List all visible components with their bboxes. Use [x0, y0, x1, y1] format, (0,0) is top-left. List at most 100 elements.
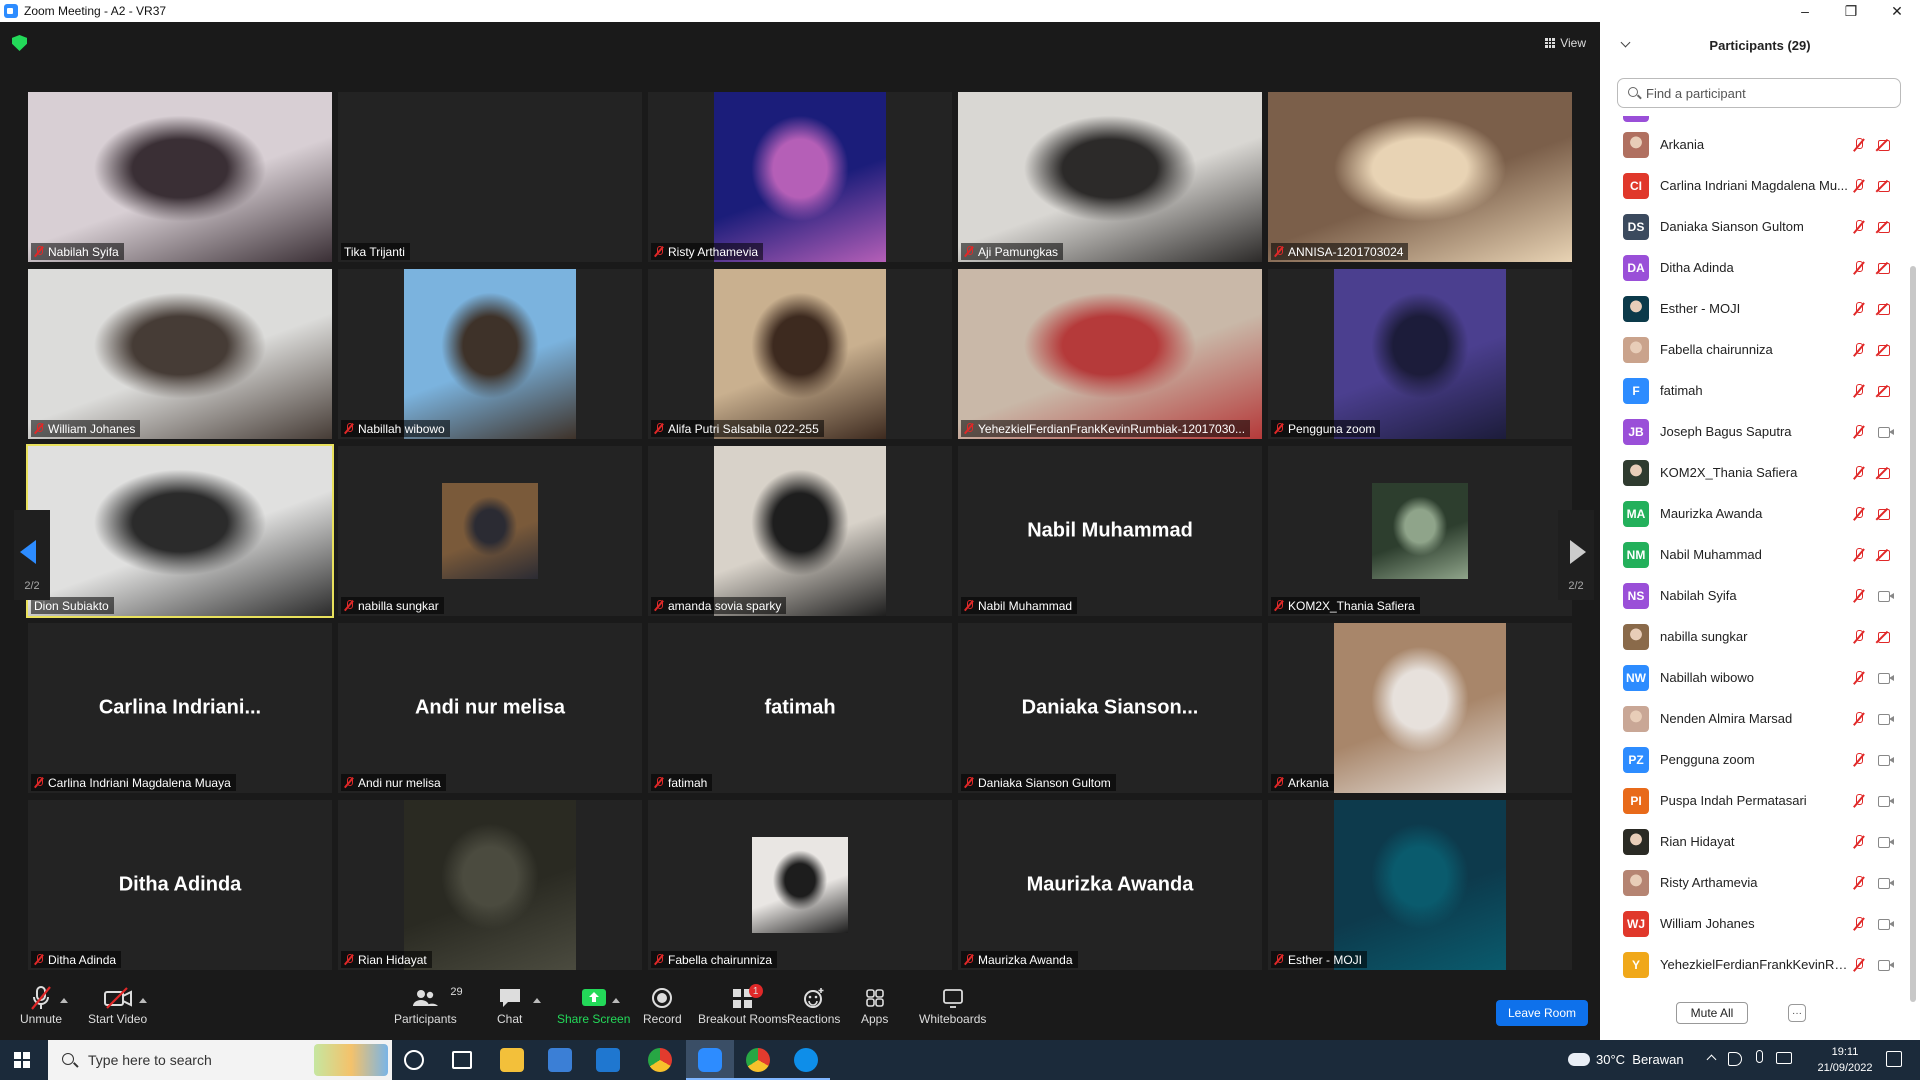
mute-all-button[interactable]: Mute All: [1676, 1002, 1748, 1024]
video-camera-icon[interactable]: [1878, 713, 1894, 725]
participant-row[interactable]: Rian Hidayat: [1600, 821, 1906, 862]
file-explorer-icon[interactable]: [500, 1048, 524, 1072]
video-camera-icon[interactable]: [1878, 754, 1894, 766]
notification-icon[interactable]: [1886, 1051, 1902, 1067]
tray-expand-icon[interactable]: [1706, 1054, 1717, 1065]
breakout-rooms-button[interactable]: 1 Breakout Rooms: [698, 984, 787, 1026]
microphone-muted-icon[interactable]: [1853, 794, 1865, 808]
share-options-caret[interactable]: [612, 998, 620, 1003]
video-camera-icon[interactable]: [1878, 426, 1894, 438]
video-tile[interactable]: Andi nur melisa Andi nur melisa: [338, 623, 642, 793]
participant-row[interactable]: DA Ditha Adinda: [1600, 247, 1906, 288]
microphone-muted-icon[interactable]: [1853, 302, 1865, 316]
video-tile[interactable]: Pengguna zoom: [1268, 269, 1572, 439]
video-tile[interactable]: Maurizka Awanda Maurizka Awanda: [958, 800, 1262, 970]
record-button[interactable]: Record: [643, 984, 682, 1026]
microphone-muted-icon[interactable]: [1853, 835, 1865, 849]
video-camera-off-icon[interactable]: [1878, 508, 1894, 520]
video-tile[interactable]: Rian Hidayat: [338, 800, 642, 970]
participant-row[interactable]: NW Nabillah wibowo: [1600, 657, 1906, 698]
task-view-icon[interactable]: [452, 1051, 472, 1069]
whiteboards-button[interactable]: Whiteboards: [919, 984, 986, 1026]
participant-row[interactable]: KOM2X_Thania Safiera: [1600, 452, 1906, 493]
video-camera-off-icon[interactable]: [1878, 385, 1894, 397]
participant-row[interactable]: JB Joseph Bagus Saputra: [1600, 411, 1906, 452]
reactions-button[interactable]: Reactions: [787, 984, 840, 1026]
zoom-app-icon[interactable]: [698, 1048, 722, 1072]
chrome-icon[interactable]: [648, 1048, 672, 1072]
microphone-muted-icon[interactable]: [1853, 466, 1865, 480]
video-options-caret[interactable]: [139, 998, 147, 1003]
video-tile[interactable]: fatimah fatimah: [648, 623, 952, 793]
video-camera-off-icon[interactable]: [1878, 180, 1894, 192]
video-camera-off-icon[interactable]: [1878, 631, 1894, 643]
chat-options-caret[interactable]: [533, 998, 541, 1003]
participants-scrollbar[interactable]: [1910, 266, 1916, 1002]
participant-row[interactable]: CI Carlina Indriani Magdalena Mu...: [1600, 165, 1906, 206]
video-camera-icon[interactable]: [1878, 959, 1894, 971]
video-tile[interactable]: Nabillah wibowo: [338, 269, 642, 439]
taskbar-search-box[interactable]: Type here to search: [48, 1040, 392, 1080]
windows-start-icon[interactable]: [14, 1052, 30, 1068]
volume-icon[interactable]: [1728, 1052, 1742, 1066]
microphone-muted-icon[interactable]: [1853, 261, 1865, 275]
microphone-muted-icon[interactable]: [1853, 589, 1865, 603]
microphone-muted-icon[interactable]: [1853, 917, 1865, 931]
participants-button[interactable]: 29 Participants: [394, 984, 463, 1026]
participant-row[interactable]: Arkania: [1600, 124, 1906, 165]
video-camera-off-icon[interactable]: [1878, 344, 1894, 356]
video-tile[interactable]: Risty Arthamevia: [648, 92, 952, 262]
microphone-muted-icon[interactable]: [1853, 179, 1865, 193]
apps-button[interactable]: Apps: [861, 984, 888, 1026]
video-camera-off-icon[interactable]: [1878, 467, 1894, 479]
participant-row[interactable]: DS Daniaka Sianson Gultom: [1600, 206, 1906, 247]
video-camera-icon[interactable]: [1878, 836, 1894, 848]
leave-room-button[interactable]: Leave Room: [1496, 1000, 1588, 1026]
microphone-muted-icon[interactable]: [1853, 384, 1865, 398]
microphone-muted-icon[interactable]: [1853, 425, 1865, 439]
video-tile[interactable]: nabilla sungkar: [338, 446, 642, 616]
video-tile[interactable]: Alifa Putri Salsabila 022-255: [648, 269, 952, 439]
microphone-muted-icon[interactable]: [1853, 548, 1865, 562]
teamviewer-icon[interactable]: [794, 1048, 818, 1072]
video-tile[interactable]: Ditha Adinda Ditha Adinda: [28, 800, 332, 970]
start-video-button[interactable]: Start Video: [88, 984, 147, 1026]
participant-row[interactable]: Fabella chairunniza: [1600, 329, 1906, 370]
previous-page-button[interactable]: 2/2: [14, 510, 50, 600]
video-tile[interactable]: William Johanes: [28, 269, 332, 439]
participant-row[interactable]: Ffatimah: [1600, 370, 1906, 411]
video-tile[interactable]: Nabilah Syifa: [28, 92, 332, 262]
find-participant-input[interactable]: Find a participant: [1617, 78, 1901, 108]
share-screen-button[interactable]: Share Screen: [557, 984, 630, 1026]
network-icon[interactable]: [1776, 1052, 1792, 1064]
microphone-muted-icon[interactable]: [1853, 712, 1865, 726]
video-tile[interactable]: Tika Trijanti: [338, 92, 642, 262]
participant-row[interactable]: MA Maurizka Awanda: [1600, 493, 1906, 534]
close-button[interactable]: ✕: [1874, 0, 1920, 22]
participant-row[interactable]: PI Puspa Indah Permatasari: [1600, 780, 1906, 821]
video-tile[interactable]: Aji Pamungkas: [958, 92, 1262, 262]
microphone-muted-icon[interactable]: [1853, 671, 1865, 685]
participant-row[interactable]: Y YehezkielFerdianFrankKevinRu...: [1600, 944, 1906, 985]
taskbar-clock[interactable]: 19:11 21/09/2022: [1810, 1044, 1880, 1076]
video-tile[interactable]: Daniaka Sianson... Daniaka Sianson Gultom: [958, 623, 1262, 793]
video-tile[interactable]: Carlina Indriani... Carlina Indriani Magd…: [28, 623, 332, 793]
microphone-muted-icon[interactable]: [1853, 958, 1865, 972]
video-camera-off-icon[interactable]: [1878, 303, 1894, 315]
video-tile[interactable]: amanda sovia sparky: [648, 446, 952, 616]
video-tile[interactable]: Esther - MOJI: [1268, 800, 1572, 970]
chat-button[interactable]: Chat: [497, 984, 522, 1026]
participant-row[interactable]: NM Nabil Muhammad: [1600, 534, 1906, 575]
microphone-muted-icon[interactable]: [1853, 876, 1865, 890]
weather-icon[interactable]: [1568, 1053, 1590, 1066]
unmute-button[interactable]: Unmute: [20, 984, 62, 1026]
video-camera-icon[interactable]: [1878, 918, 1894, 930]
more-options-button[interactable]: ···: [1788, 1004, 1806, 1022]
participant-row[interactable]: Esther - MOJI: [1600, 288, 1906, 329]
microphone-muted-icon[interactable]: [1853, 138, 1865, 152]
microphone-muted-icon[interactable]: [1853, 507, 1865, 521]
microphone-muted-icon[interactable]: [1853, 630, 1865, 644]
participant-row[interactable]: NS Nabilah Syifa: [1600, 575, 1906, 616]
video-tile[interactable]: Arkania: [1268, 623, 1572, 793]
video-tile[interactable]: YehezkielFerdianFrankKevinRumbiak-120170…: [958, 269, 1262, 439]
